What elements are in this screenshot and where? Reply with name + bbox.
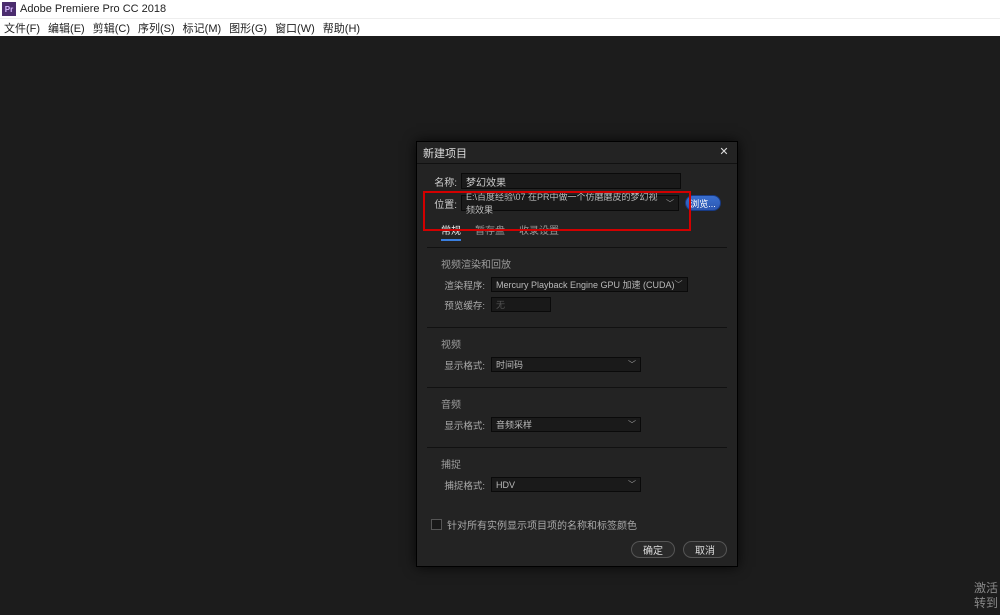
checkbox-icon[interactable] xyxy=(431,519,442,530)
chevron-down-icon: ﹀ xyxy=(628,479,636,490)
menu-help[interactable]: 帮助(H) xyxy=(323,20,360,36)
audio-display-value: 音频采样 xyxy=(496,418,532,431)
dialog-body: 名称: 梦幻效果 位置: E:\百度经验\07 在PR中做一个仿磨磨皮的梦幻视频… xyxy=(417,164,737,532)
section-audio: 音频 显示格式: 音频采样 ﹀ xyxy=(427,387,727,447)
section-capture: 捕捉 捕捉格式: HDV ﹀ xyxy=(427,447,727,507)
video-display-label: 显示格式: xyxy=(441,358,491,372)
location-select[interactable]: E:\百度经验\07 在PR中做一个仿磨磨皮的梦幻视频效果 ﹀ xyxy=(461,195,679,211)
cancel-button[interactable]: 取消 xyxy=(683,541,727,558)
renderer-label: 渲染程序: xyxy=(441,278,491,292)
video-display-select[interactable]: 时间码 ﹀ xyxy=(491,357,641,372)
name-input[interactable]: 梦幻效果 xyxy=(461,173,681,189)
section-capture-title: 捕捉 xyxy=(441,456,727,471)
cache-value: 无 xyxy=(496,298,505,311)
tab-ingest[interactable]: 收录设置 xyxy=(519,222,559,241)
name-label: 名称: xyxy=(427,174,461,189)
activation-watermark: 激活 转到 xyxy=(974,581,998,611)
menu-graph[interactable]: 图形(G) xyxy=(229,20,267,36)
workspace: 新建项目 ✕ 名称: 梦幻效果 位置: E:\百度经验\07 在PR中做一个仿磨… xyxy=(0,36,1000,615)
app-title: Adobe Premiere Pro CC 2018 xyxy=(20,3,166,15)
title-bar: Pr Adobe Premiere Pro CC 2018 xyxy=(0,0,1000,18)
section-video-title: 视频 xyxy=(441,336,727,351)
location-label: 位置: xyxy=(427,196,461,211)
browse-button[interactable]: 浏览... xyxy=(685,195,721,211)
chevron-down-icon: ﹀ xyxy=(628,359,636,370)
checkbox-label: 针对所有实例显示项目项的名称和标签颜色 xyxy=(447,517,637,532)
capture-format-label: 捕捉格式: xyxy=(441,478,491,492)
menu-seq[interactable]: 序列(S) xyxy=(138,20,175,36)
location-row: 位置: E:\百度经验\07 在PR中做一个仿磨磨皮的梦幻视频效果 ﹀ 浏览..… xyxy=(427,194,727,212)
location-value: E:\百度经验\07 在PR中做一个仿磨磨皮的梦幻视频效果 xyxy=(466,190,666,216)
new-project-dialog: 新建项目 ✕ 名称: 梦幻效果 位置: E:\百度经验\07 在PR中做一个仿磨… xyxy=(416,141,738,567)
menu-window[interactable]: 窗口(W) xyxy=(275,20,315,36)
cache-label: 预览缓存: xyxy=(441,298,491,312)
section-render-title: 视频渲染和回放 xyxy=(441,256,727,271)
menu-edit[interactable]: 编辑(E) xyxy=(48,20,85,36)
app-icon: Pr xyxy=(2,2,16,16)
dialog-footer: 确定 取消 xyxy=(631,541,727,558)
dialog-title: 新建项目 xyxy=(423,145,467,161)
renderer-select[interactable]: Mercury Playback Engine GPU 加速 (CUDA) ﹀ xyxy=(491,277,688,292)
video-display-value: 时间码 xyxy=(496,358,523,371)
section-video: 视频 显示格式: 时间码 ﹀ xyxy=(427,327,727,387)
audio-display-label: 显示格式: xyxy=(441,418,491,432)
menu-clip[interactable]: 剪辑(C) xyxy=(93,20,130,36)
ok-button[interactable]: 确定 xyxy=(631,541,675,558)
tabs: 常规 暂存盘 收录设置 xyxy=(441,222,727,241)
capture-format-value: HDV xyxy=(496,480,515,490)
chevron-down-icon: ﹀ xyxy=(628,419,636,430)
chevron-down-icon: ﹀ xyxy=(675,279,683,290)
tab-general[interactable]: 常规 xyxy=(441,222,461,241)
display-names-checkbox-row[interactable]: 针对所有实例显示项目项的名称和标签颜色 xyxy=(427,517,727,532)
section-audio-title: 音频 xyxy=(441,396,727,411)
audio-display-select[interactable]: 音频采样 ﹀ xyxy=(491,417,641,432)
menu-file[interactable]: 文件(F) xyxy=(4,20,40,36)
dialog-title-bar: 新建项目 ✕ xyxy=(417,142,737,164)
menu-marker[interactable]: 标记(M) xyxy=(183,20,222,36)
section-render: 视频渲染和回放 渲染程序: Mercury Playback Engine GP… xyxy=(427,247,727,327)
watermark-line2: 转到 xyxy=(974,596,998,611)
capture-format-select[interactable]: HDV ﹀ xyxy=(491,477,641,492)
name-row: 名称: 梦幻效果 xyxy=(427,172,727,190)
watermark-line1: 激活 xyxy=(974,581,998,596)
menu-bar: 文件(F) 编辑(E) 剪辑(C) 序列(S) 标记(M) 图形(G) 窗口(W… xyxy=(0,18,1000,36)
renderer-value: Mercury Playback Engine GPU 加速 (CUDA) xyxy=(496,278,675,291)
tab-scratch[interactable]: 暂存盘 xyxy=(475,222,505,241)
chevron-down-icon: ﹀ xyxy=(666,198,674,209)
close-icon[interactable]: ✕ xyxy=(717,146,731,160)
cache-value-box: 无 xyxy=(491,297,551,312)
